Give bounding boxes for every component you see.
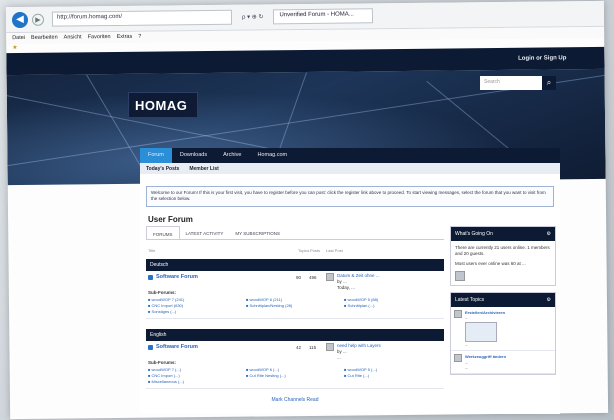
topic-date: ... — [465, 364, 469, 370]
forward-icon[interactable]: ▶ — [31, 13, 45, 26]
attachment-thumbnail[interactable] — [465, 322, 497, 343]
menu-edit[interactable]: Bearbeiten — [31, 35, 58, 42]
avatar — [454, 309, 462, 318]
forum-row: Software Forum 90 496 Datum & Zeit ohne .… — [146, 271, 444, 319]
last-post-title[interactable]: need help with Layers — [337, 343, 381, 349]
avatar — [326, 343, 334, 351]
gear-icon[interactable]: ⚙ — [547, 231, 551, 237]
subforum-link[interactable]: woodWOP 6 (211) — [246, 297, 344, 302]
topic-title[interactable]: Werkzeuggriff ändern — [465, 354, 506, 359]
subforum-link[interactable]: Cut Rite (...) — [344, 373, 442, 378]
online-text: There are currently 21 users online. 1 m… — [455, 245, 550, 257]
widget-title: What's Going On — [455, 231, 493, 237]
nav-downloads[interactable]: Downloads — [172, 148, 215, 163]
forum-link[interactable]: Software Forum — [156, 274, 198, 280]
topic-title[interactable]: Erstellen/Archivieren — [465, 310, 505, 315]
col-posts: Posts — [310, 248, 321, 253]
menu-view[interactable]: Ansicht — [64, 34, 82, 41]
col-topics: Topics — [298, 248, 310, 253]
col-title: Title — [148, 248, 156, 253]
tab-subscriptions[interactable]: MY SUBSCRIPTIONS — [229, 226, 286, 239]
menu-tools[interactable]: Extras — [117, 34, 133, 41]
avatar — [326, 273, 334, 281]
sidebar: What's Going On ⚙ There are currently 21 … — [450, 226, 556, 381]
login-link[interactable]: Login or Sign Up — [518, 55, 566, 62]
forum-link[interactable]: Software Forum — [156, 344, 198, 350]
whats-going-on-widget: What's Going On ⚙ There are currently 21 … — [450, 226, 556, 286]
subforum-link[interactable]: Sonstiges (...) — [148, 309, 246, 314]
screen: ◀ ▶ http://forum.homag.com/ ρ ▾ ⊕ ↻ Unve… — [0, 0, 614, 420]
mark-channels-read-link[interactable]: Mark Channels Read — [146, 397, 444, 403]
nav-forum[interactable]: Forum — [140, 148, 172, 163]
widget-title: Latest Topics — [455, 296, 485, 303]
subforum-link[interactable]: CNC Import (...) — [148, 373, 246, 378]
posts-count: 496 — [309, 275, 317, 280]
topic-meta: ... — [465, 315, 469, 321]
menu-favorites[interactable]: Favoriten — [88, 34, 111, 41]
subforum-link[interactable]: Cut Rite Nesting (...) — [246, 373, 344, 378]
page-title: User Forum — [148, 214, 193, 224]
back-icon[interactable]: ◀ — [11, 11, 29, 28]
search-input[interactable]: Search — [480, 76, 542, 90]
menu-file[interactable]: Datei — [12, 35, 25, 42]
welcome-notice: Welcome to our Forum! If this is your fi… — [146, 186, 554, 207]
browser-tab[interactable]: Unverified Forum - HOMA... — [273, 8, 374, 25]
subforum-link[interactable]: woodWOP 6 (...) — [246, 367, 344, 372]
forum-icon — [148, 274, 153, 280]
subforums-label: Sub-Forums: — [148, 290, 176, 295]
gear-icon[interactable]: ⚙ — [547, 297, 551, 303]
subforum-list: woodWOP 7 (...) woodWOP 6 (...) woodWOP … — [148, 367, 442, 384]
topic-item[interactable]: Erstellen/Archivieren...... — [451, 307, 555, 352]
member-list-link[interactable]: Member List — [189, 166, 218, 172]
last-post-date: Today, ... — [337, 284, 355, 290]
column-header: Title Topics Posts Last Post — [146, 244, 444, 257]
nav-archive[interactable]: Archive — [215, 148, 249, 163]
subforums-label: Sub-Forums: — [148, 360, 176, 365]
subforum-link[interactable]: woodWOP 5 (...) — [344, 367, 442, 372]
subforum-list: woodWOP 7 (241) woodWOP 6 (211) woodWOP … — [148, 297, 442, 314]
forum-icon — [148, 344, 153, 350]
nav-homag[interactable]: Homag.com — [249, 148, 295, 163]
topic-item[interactable]: Werkzeuggriff ändern...... — [451, 351, 555, 375]
forum-main: FORUMS LATEST ACTIVITY MY SUBSCRIPTIONS … — [146, 226, 444, 403]
subforum-link[interactable]: Miscellaneous (...) — [148, 379, 246, 384]
most-online-text: Most users ever online was 60 at ... — [455, 260, 526, 266]
section-deutsch: Deutsch — [146, 259, 444, 271]
subforum-link[interactable]: CNC Import (630) — [148, 303, 246, 308]
url-field[interactable]: http://forum.homag.com/ — [51, 9, 233, 27]
content-area: Welcome to our Forum! If this is your fi… — [140, 174, 560, 414]
menu-help[interactable]: ? — [138, 34, 141, 41]
last-post-date: ... — [337, 354, 341, 360]
sub-nav: Today's Posts Member List — [140, 163, 560, 174]
homag-logo[interactable]: HOMAG — [128, 92, 198, 118]
subforum-link[interactable]: Schnittplan/Nesting (28) — [246, 303, 344, 308]
main-nav: Forum Downloads Archive Homag.com — [140, 148, 560, 163]
section-english: English — [146, 329, 444, 341]
avatar — [454, 354, 462, 363]
subforum-link[interactable]: woodWOP 7 (241) — [148, 297, 246, 302]
posts-count: 115 — [309, 345, 317, 350]
tab-latest-activity[interactable]: LATEST ACTIVITY — [180, 226, 230, 239]
topic-date: ... — [465, 342, 469, 348]
address-controls[interactable]: ρ ▾ ⊕ ↻ — [242, 13, 264, 20]
subforum-link[interactable]: woodWOP 7 (...) — [148, 367, 246, 372]
search-icon[interactable]: ⌕ — [542, 76, 556, 90]
subforum-link[interactable]: Schnittplan (...) — [344, 303, 442, 308]
forum-tabs: FORUMS LATEST ACTIVITY MY SUBSCRIPTIONS — [146, 226, 444, 240]
subforum-link[interactable]: woodWOP 5 (88) — [344, 297, 442, 302]
latest-topics-widget: Latest Topics ⚙ Erstellen/Archivieren....… — [450, 291, 556, 376]
forum-row: Software Forum 42 115 need help with Laye… — [146, 341, 444, 389]
topics-count: 90 — [296, 275, 302, 280]
todays-posts-link[interactable]: Today's Posts — [146, 166, 179, 172]
topics-count: 42 — [296, 345, 302, 350]
last-post-title[interactable]: Datum & Zeit ohne ... — [337, 273, 380, 279]
avatar[interactable] — [455, 270, 465, 281]
tab-forums[interactable]: FORUMS — [146, 226, 180, 239]
col-last-post: Last Post — [326, 248, 343, 253]
